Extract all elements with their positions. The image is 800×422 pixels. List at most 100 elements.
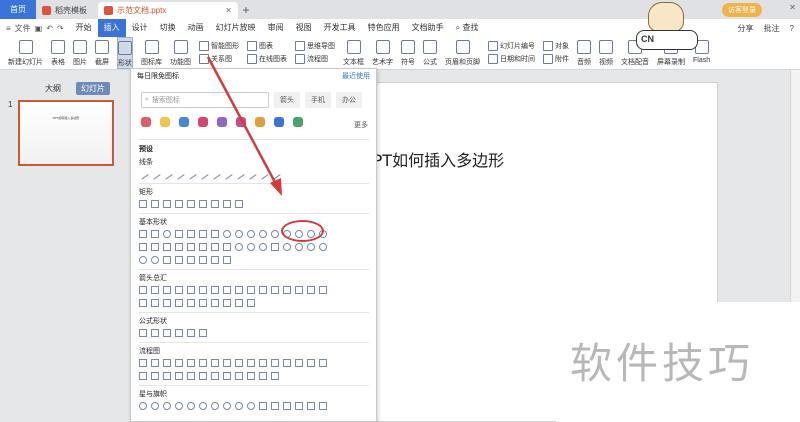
- arrow-shape[interactable]: [259, 286, 267, 294]
- file-menu[interactable]: ≡ 文件 ▣ ↶ ↷: [0, 23, 70, 34]
- menu-start[interactable]: 开始: [70, 19, 98, 37]
- arrow-shape[interactable]: [199, 299, 207, 307]
- line-shape[interactable]: [245, 168, 257, 180]
- rect-shape[interactable]: [139, 200, 147, 208]
- basic-shape[interactable]: [163, 256, 171, 264]
- flowchart-shape[interactable]: [223, 359, 231, 367]
- arrow-shape[interactable]: [187, 286, 195, 294]
- arrow-shape[interactable]: [235, 299, 243, 307]
- rect-shape[interactable]: [151, 200, 159, 208]
- arrow-shape[interactable]: [199, 286, 207, 294]
- basic-shape[interactable]: [187, 243, 195, 251]
- chip-phone[interactable]: 手机: [305, 92, 331, 108]
- arrow-shape[interactable]: [187, 299, 195, 307]
- badge-icon[interactable]: [236, 117, 246, 127]
- formula-shape[interactable]: [139, 329, 147, 337]
- line-shape[interactable]: [209, 168, 221, 180]
- tab-slides[interactable]: 幻灯片: [76, 82, 110, 95]
- formula-shape[interactable]: [187, 329, 195, 337]
- rect-shape[interactable]: [235, 200, 243, 208]
- flowchart-shape[interactable]: [151, 359, 159, 367]
- icon-search-input[interactable]: ⌕ 搜索图标: [141, 92, 269, 108]
- basic-shape[interactable]: [247, 243, 255, 251]
- header-footer-button[interactable]: 页眉和页脚: [445, 37, 480, 67]
- basic-shape[interactable]: [187, 256, 195, 264]
- rect-shape[interactable]: [199, 200, 207, 208]
- basic-shape[interactable]: [175, 256, 183, 264]
- building-icon[interactable]: [217, 117, 227, 127]
- tab-outline[interactable]: 大纲: [40, 82, 66, 95]
- arrow-shape[interactable]: [163, 286, 171, 294]
- banner-shape[interactable]: [271, 402, 279, 410]
- slide-title[interactable]: PPT如何插入多边形: [363, 147, 504, 171]
- basic-shape[interactable]: [199, 243, 207, 251]
- recent-used-link[interactable]: 最近使用: [342, 71, 370, 81]
- chip-arrow[interactable]: 箭头: [274, 92, 300, 108]
- pencil-icon[interactable]: [141, 117, 151, 127]
- menu-animation[interactable]: 动画: [182, 19, 210, 37]
- slide-number-button[interactable]: 幻灯片编号: [488, 41, 535, 51]
- basic-shape[interactable]: [151, 256, 159, 264]
- presentation-icon[interactable]: [179, 117, 189, 127]
- arrow-shape[interactable]: [211, 286, 219, 294]
- smart-graphic-button[interactable]: 智能图形: [199, 41, 239, 51]
- formula-shape[interactable]: [163, 329, 171, 337]
- relation-button[interactable]: 关系图: [199, 54, 239, 64]
- flowchart-shape[interactable]: [151, 372, 159, 380]
- basic-shape[interactable]: [199, 256, 207, 264]
- basic-shape[interactable]: [139, 243, 147, 251]
- basic-shape[interactable]: [151, 230, 159, 238]
- arrow-shape[interactable]: [175, 286, 183, 294]
- arrow-shape[interactable]: [283, 286, 291, 294]
- flowchart-shape[interactable]: [307, 359, 315, 367]
- flowchart-shape[interactable]: [247, 372, 255, 380]
- rect-shape[interactable]: [223, 200, 231, 208]
- person-icon[interactable]: [274, 117, 284, 127]
- flowchart-shape[interactable]: [319, 359, 327, 367]
- basic-shape[interactable]: [271, 243, 279, 251]
- banner-shape[interactable]: [319, 402, 327, 410]
- banner-shape[interactable]: [295, 402, 303, 410]
- basic-shape[interactable]: [259, 243, 267, 251]
- arrow-shape[interactable]: [139, 299, 147, 307]
- banner-shape[interactable]: [259, 402, 267, 410]
- star-shape[interactable]: [139, 402, 147, 410]
- chat-icon[interactable]: [293, 117, 303, 127]
- menu-insert[interactable]: 插入: [97, 19, 126, 37]
- share-button[interactable]: 分享: [738, 23, 754, 34]
- arrow-shape[interactable]: [247, 299, 255, 307]
- formula-shape[interactable]: [175, 329, 183, 337]
- basic-shape[interactable]: [235, 230, 243, 238]
- star-shape[interactable]: [163, 402, 171, 410]
- line-shape[interactable]: [221, 168, 233, 180]
- line-shape[interactable]: [269, 168, 281, 180]
- star-shape[interactable]: [247, 402, 255, 410]
- star-shape[interactable]: [223, 402, 231, 410]
- tab-home[interactable]: 首页: [0, 0, 36, 19]
- textbox-button[interactable]: 文本框: [343, 37, 364, 67]
- flowchart-shape[interactable]: [247, 359, 255, 367]
- menu-devtools[interactable]: 开发工具: [318, 19, 362, 37]
- undo-icon[interactable]: ↶: [46, 24, 53, 33]
- formula-shape[interactable]: [199, 329, 207, 337]
- flowchart-shape[interactable]: [139, 359, 147, 367]
- redo-icon[interactable]: ↷: [57, 24, 64, 33]
- shape-button[interactable]: 形状: [117, 37, 133, 69]
- arrow-shape[interactable]: [295, 286, 303, 294]
- flag-icon[interactable]: [255, 117, 265, 127]
- online-chart-button[interactable]: 在线图表: [247, 54, 287, 64]
- basic-shape[interactable]: [175, 230, 183, 238]
- bulb-icon[interactable]: [160, 117, 170, 127]
- date-time-button[interactable]: 日期和时间: [488, 54, 535, 64]
- new-tab-button[interactable]: +: [238, 2, 254, 19]
- basic-shape[interactable]: [235, 243, 243, 251]
- icon-library-button[interactable]: 图标库: [141, 37, 162, 67]
- rect-shape[interactable]: [175, 200, 183, 208]
- window-close-icon[interactable]: ✕: [789, 3, 796, 12]
- basic-shape[interactable]: [319, 243, 327, 251]
- basic-shape[interactable]: [259, 230, 267, 238]
- star-shape[interactable]: [211, 402, 219, 410]
- arrow-shape[interactable]: [319, 286, 327, 294]
- arrow-shape[interactable]: [271, 286, 279, 294]
- flowchart-shape[interactable]: [175, 372, 183, 380]
